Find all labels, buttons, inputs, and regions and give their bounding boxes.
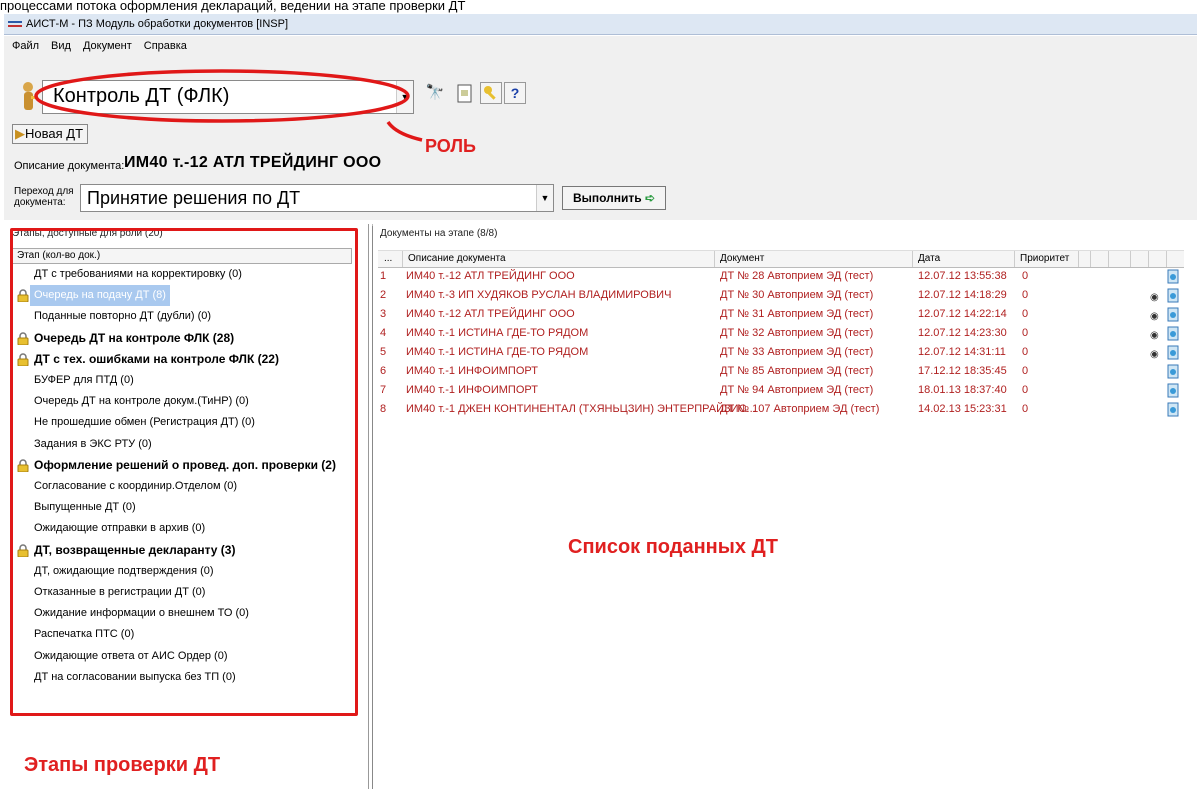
- row-priority: 0: [1022, 308, 1029, 320]
- row-date: 12.07.12 14:31:11: [918, 346, 1006, 358]
- col-header-priority[interactable]: Приоритет: [1020, 253, 1069, 264]
- table-row[interactable]: 2 ИМ40 т.-3 ИП ХУДЯКОВ РУСЛАН ВЛАДИМИРОВИ…: [378, 287, 1184, 304]
- annotation-stages: Этапы проверки ДТ: [24, 754, 221, 776]
- doc-status-icon[interactable]: [1166, 288, 1180, 303]
- row-document: ДТ № 85 Автоприем ЭД (тест): [720, 365, 874, 377]
- row-number: 6: [380, 365, 387, 377]
- doc-status-icon[interactable]: [1166, 345, 1180, 360]
- row-date: 12.07.12 14:23:30: [918, 327, 1007, 339]
- stages-highlight-rect: [10, 228, 358, 716]
- doc-status-icon[interactable]: [1166, 307, 1180, 322]
- role-highlight-ellipse: [34, 69, 410, 123]
- row-description: ИМ40 т.-1 ИСТИНА ГДЕ-ТО РЯДОМ: [406, 346, 589, 358]
- row-number: 4: [380, 327, 387, 339]
- menu-view[interactable]: Вид: [51, 40, 71, 52]
- new-dt-button[interactable]: ▶Новая ДТ: [12, 124, 88, 144]
- table-row[interactable]: 4 ИМ40 т.-1 ИСТИНА ГДЕ-ТО РЯДОМ ДТ № 32 Ав…: [378, 325, 1184, 342]
- eye-icon[interactable]: ◉: [1150, 346, 1159, 363]
- row-description: ИМ40 т.-1 ИНФОИМПОРТ: [406, 384, 538, 396]
- table-row[interactable]: 3 ИМ40 т.-12 АТЛ ТРЕЙДИНГ ООО ДТ № 31 Авто…: [378, 306, 1184, 323]
- row-priority: 0: [1022, 327, 1029, 339]
- row-description: ИМ40 т.-1 ИНФОИМПОРТ: [406, 365, 538, 377]
- row-number: 2: [380, 289, 387, 301]
- key-icon[interactable]: [480, 82, 502, 104]
- row-date: 12.07.12 14:22:14: [918, 308, 1007, 320]
- col-header-date[interactable]: Дата: [918, 253, 940, 264]
- table-row[interactable]: 1 ИМ40 т.-12 АТЛ ТРЕЙДИНГ ООО ДТ № 28 Авто…: [378, 268, 1184, 285]
- window-title: АИСТ-М - ПЗ Модуль обработки документов …: [26, 18, 288, 30]
- window-titlebar: АИСТ-М - ПЗ Модуль обработки документов …: [4, 14, 1197, 35]
- table-row[interactable]: 5 ИМ40 т.-1 ИСТИНА ГДЕ-ТО РЯДОМ ДТ № 33 Ав…: [378, 344, 1184, 361]
- eye-icon[interactable]: ◉: [1150, 289, 1159, 306]
- col-header-dots[interactable]: ...: [384, 253, 392, 264]
- row-document: ДТ № 30 Автоприем ЭД (тест): [720, 289, 874, 301]
- doc-status-icon[interactable]: [1166, 383, 1180, 398]
- row-priority: 0: [1022, 289, 1029, 301]
- col-header-description[interactable]: Описание документа: [408, 253, 506, 264]
- row-description: ИМ40 т.-12 АТЛ ТРЕЙДИНГ ООО: [406, 308, 575, 320]
- doc-status-icon[interactable]: [1166, 402, 1180, 417]
- row-description: ИМ40 т.-1 ДЖЕН КОНТИНЕНТАЛ (ТХЯНЬЦЗИН) Э…: [406, 403, 756, 415]
- row-number: 1: [380, 270, 387, 282]
- table-row[interactable]: 8 ИМ40 т.-1 ДЖЕН КОНТИНЕНТАЛ (ТХЯНЬЦЗИН) …: [378, 401, 1184, 418]
- menu-document[interactable]: Документ: [83, 40, 132, 52]
- help-icon[interactable]: ?: [504, 82, 526, 104]
- row-number: 7: [380, 384, 387, 396]
- menu-bar: Файл Вид Документ Справка: [4, 36, 1197, 56]
- annotation-submitted-list: Список поданных ДТ: [568, 536, 778, 558]
- role-pointer-mark: [386, 120, 423, 142]
- row-description: ИМ40 т.-12 АТЛ ТРЕЙДИНГ ООО: [406, 270, 575, 282]
- row-date: 14.02.13 15:23:31: [918, 403, 1007, 415]
- doc-status-icon[interactable]: [1166, 364, 1180, 379]
- row-document: ДТ № 28 Автоприем ЭД (тест): [720, 270, 874, 282]
- doc-status-icon[interactable]: [1166, 326, 1180, 341]
- col-header-document[interactable]: Документ: [720, 253, 764, 264]
- row-number: 8: [380, 403, 387, 415]
- row-number: 3: [380, 308, 387, 320]
- description-value: ИМ40 т.-12 АТЛ ТРЕЙДИНГ ООО: [124, 154, 382, 171]
- row-priority: 0: [1022, 270, 1029, 282]
- app-icon: [8, 21, 22, 27]
- row-date: 12.07.12 13:55:38: [918, 270, 1007, 282]
- row-document: ДТ № 33 Автоприем ЭД (тест): [720, 346, 874, 358]
- execute-button[interactable]: Выполнить ➪: [562, 186, 666, 210]
- top-caption-text: процессами потока оформления деклараций,…: [0, 0, 466, 13]
- menu-help[interactable]: Справка: [144, 40, 187, 52]
- documents-caption: Документы на этапе (8/8): [380, 228, 498, 239]
- documents-grid-header: ... Описание документа Документ Дата При…: [378, 250, 1184, 268]
- row-priority: 0: [1022, 365, 1029, 377]
- new-dt-label: Новая ДТ: [25, 126, 84, 141]
- binoculars-icon[interactable]: 🔭: [424, 82, 446, 104]
- row-priority: 0: [1022, 346, 1029, 358]
- document-props-icon[interactable]: [456, 84, 474, 104]
- row-document: ДТ № 94 Автоприем ЭД (тест): [720, 384, 874, 396]
- row-date: 17.12.12 18:35:45: [918, 365, 1007, 377]
- transition-select-value: Принятие решения по ДТ: [87, 188, 301, 208]
- eye-icon[interactable]: ◉: [1150, 308, 1159, 325]
- chevron-down-icon[interactable]: ▼: [536, 185, 553, 211]
- menu-file[interactable]: Файл: [12, 40, 39, 52]
- transition-select[interactable]: Принятие решения по ДТ ▼: [80, 184, 554, 212]
- row-description: ИМ40 т.-1 ИСТИНА ГДЕ-ТО РЯДОМ: [406, 327, 589, 339]
- table-row[interactable]: 6 ИМ40 т.-1 ИНФОИМПОРТ ДТ № 85 Автоприем Э…: [378, 363, 1184, 380]
- transition-label-line2: документа:: [14, 197, 66, 208]
- row-priority: 0: [1022, 403, 1029, 415]
- annotation-role: РОЛЬ: [425, 136, 476, 156]
- execute-label: Выполнить: [572, 191, 642, 205]
- doc-status-icon[interactable]: [1166, 269, 1180, 284]
- transition-label-line1: Переход для: [14, 186, 74, 197]
- row-number: 5: [380, 346, 387, 358]
- description-label: Описание документа:: [14, 160, 125, 172]
- transition-label: Переход для документа:: [14, 186, 74, 208]
- row-document: ДТ № 32 Автоприем ЭД (тест): [720, 327, 874, 339]
- row-description: ИМ40 т.-3 ИП ХУДЯКОВ РУСЛАН ВЛАДИМИРОВИЧ: [406, 289, 672, 301]
- eye-icon[interactable]: ◉: [1150, 327, 1159, 344]
- row-priority: 0: [1022, 384, 1029, 396]
- panel-splitter[interactable]: [372, 226, 373, 789]
- row-date: 18.01.13 18:37:40: [918, 384, 1007, 396]
- table-row[interactable]: 7 ИМ40 т.-1 ИНФОИМПОРТ ДТ № 94 Автоприем Э…: [378, 382, 1184, 399]
- row-date: 12.07.12 14:18:29: [918, 289, 1007, 301]
- row-document: ДТ № 107 Автоприем ЭД (тест): [720, 403, 880, 415]
- row-document: ДТ № 31 Автоприем ЭД (тест): [720, 308, 874, 320]
